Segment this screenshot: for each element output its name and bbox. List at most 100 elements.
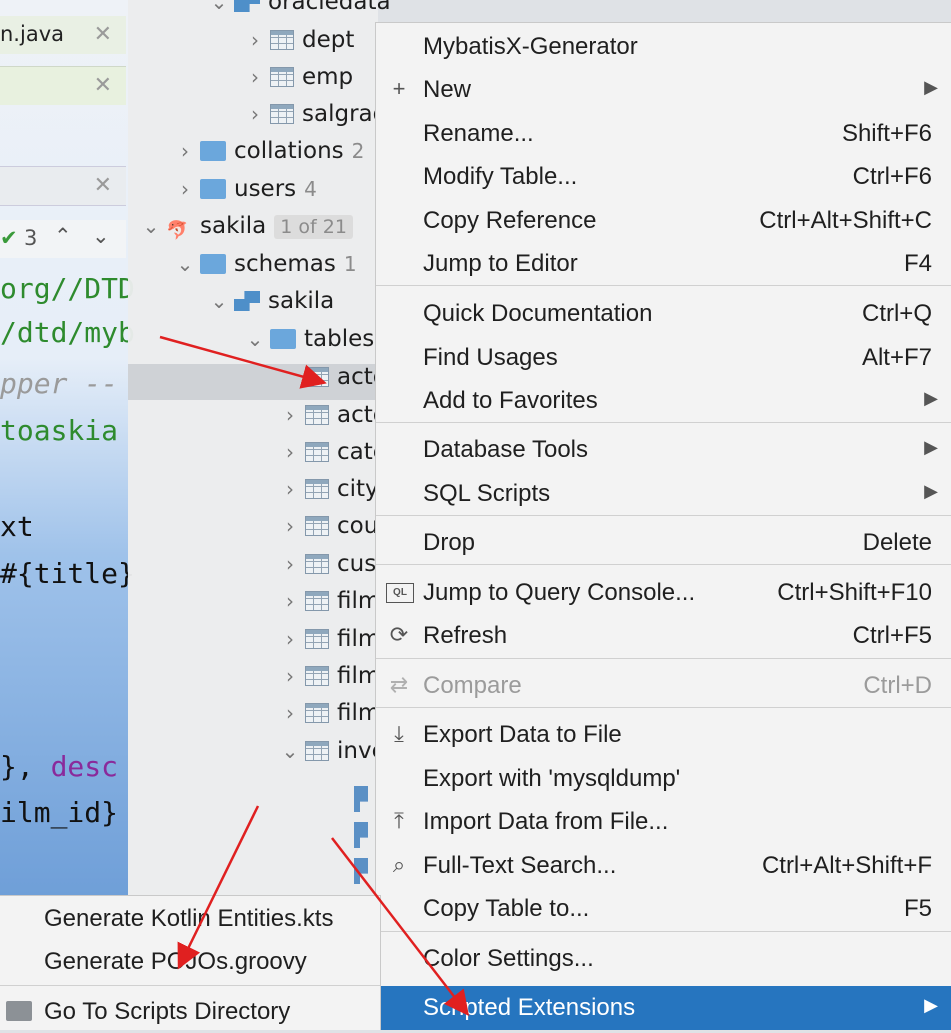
menu-item-shortcut: Ctrl+F6 [852,163,932,190]
tree-row[interactable]: › dept [240,27,354,63]
editor-tab[interactable]: ✕ [0,66,126,105]
chevron-down-icon[interactable]: ⌄ [204,289,234,313]
menu-item-rename[interactable]: Rename... Shift+F6 [376,112,951,154]
menu-item-shortcut: Ctrl+Alt+Shift+F [761,852,932,879]
chevron-right-icon[interactable]: › [240,65,270,89]
close-icon[interactable]: ✕ [94,22,112,47]
menu-item-shortcut: Ctrl+D [863,672,932,699]
tree-row[interactable]: ⌄ tables [240,326,375,362]
table-icon [305,629,329,649]
chevron-right-icon[interactable]: › [275,477,305,501]
menu-item-copy-table-to[interactable]: Copy Table to... F5 [376,887,951,929]
menu-item-new[interactable]: + New ▶ [376,68,951,110]
tree-row-label: schemas [234,251,336,277]
menu-item-scripted-extensions[interactable]: Scripted Extensions ▶ [376,986,951,1030]
menu-item-refresh[interactable]: ⟳ Refresh Ctrl+F5 [376,614,951,656]
chevron-down-icon[interactable]: ⌄ [136,214,166,238]
tree-row[interactable]: › emp [240,64,353,100]
menu-item-full-text-search[interactable]: ⌕ Full-Text Search... Ctrl+Alt+Shift+F [376,844,951,886]
mysql-icon: 🐬 [166,220,189,241]
chevron-right-icon[interactable]: › [275,440,305,464]
menu-separator [376,515,951,516]
export-icon: ⤓ [394,721,404,746]
tree-row-count: 4 [304,177,317,201]
menu-item-database-tools[interactable]: Database Tools ▶ [376,428,951,470]
scripted-extensions-submenu: Generate Kotlin Entities.kts Generate POJ… [0,895,381,1030]
menu-item-import-data-from-file[interactable]: ⤒ Import Data from File... [376,800,951,842]
editor-tab[interactable]: n.java ✕ [0,16,126,54]
folder-icon [6,1001,32,1021]
menu-item-quick-documentation[interactable]: Quick Documentation Ctrl+Q [376,292,951,334]
table-icon [305,405,329,425]
menu-item-modify-table[interactable]: Modify Table... Ctrl+F6 [376,155,951,197]
menu-item-shortcut: Delete [862,529,932,556]
menu-item-label: MybatisX-Generator [423,33,638,60]
inspection-count: 3 [24,226,38,250]
chevron-down-icon[interactable]: ⌄ [275,739,305,763]
submenu-item-generate-kotlin-entities-kts[interactable]: Generate Kotlin Entities.kts [0,898,380,940]
menu-item-label: Rename... [423,120,534,147]
folder-icon [200,179,226,199]
table-icon [305,703,329,723]
menu-item-jump-to-query-console[interactable]: QL Jump to Query Console... Ctrl+Shift+F10 [376,571,951,613]
menu-item-jump-to-editor[interactable]: Jump to Editor F4 [376,242,951,284]
chevron-right-icon[interactable]: › [275,664,305,688]
menu-item-shortcut: Ctrl+Q [861,300,932,327]
tree-row-label: sakila [200,213,267,239]
chevron-down-icon[interactable]: ⌄ [92,224,110,248]
tree-row-label: tables [304,326,375,352]
menu-item-label: Modify Table... [423,163,578,190]
menu-separator [376,285,951,286]
chevron-right-icon[interactable]: › [275,627,305,651]
chevron-right-icon[interactable]: › [275,514,305,538]
menu-item-mybatisx-generator[interactable]: MybatisX-Generator [376,25,951,67]
tree-row-badge: 1 of 21 [274,215,353,239]
tree-row[interactable]: ⌄ 🐬 sakila 1 of 21 [136,213,353,249]
editor-tab[interactable]: ✕ [0,166,126,206]
menu-item-sql-scripts[interactable]: SQL Scripts ▶ [376,472,951,514]
menu-item-export-data-to-file[interactable]: ⤓ Export Data to File [376,713,951,755]
code-line: }, desc [0,748,118,785]
menu-item-export-with-mysqldump[interactable]: Export with 'mysqldump' [376,757,951,799]
close-icon[interactable]: ✕ [94,173,112,198]
tree-row[interactable]: ⌄ schemas 1 [170,251,357,287]
chevron-right-icon[interactable]: › [275,701,305,725]
menu-separator [376,422,951,423]
menu-item-add-to-favorites[interactable]: Add to Favorites ▶ [376,379,951,421]
menu-item-copy-reference[interactable]: Copy Reference Ctrl+Alt+Shift+C [376,199,951,241]
tree-row-label: oracledata [268,0,391,15]
tree-row[interactable]: › collations 2 [170,138,364,174]
submenu-arrow-icon: ▶ [924,995,938,1015]
inspection-bar: ✔ 3 ⌃ ⌄ [0,220,126,258]
chevron-up-icon[interactable]: ⌃ [54,224,72,248]
tree-row-label: city [337,476,379,502]
chevron-right-icon[interactable]: › [275,552,305,576]
tree-row[interactable]: ⌄ oracledata [204,0,391,25]
chevron-down-icon[interactable]: ⌄ [240,327,270,351]
chevron-right-icon[interactable]: › [170,139,200,163]
chevron-right-icon[interactable]: › [240,102,270,126]
tree-row[interactable]: › film [275,588,380,624]
tree-row[interactable]: › city [275,476,379,512]
chevron-down-icon[interactable]: ⌄ [204,0,234,14]
chevron-right-icon[interactable]: › [275,589,305,613]
chevron-right-icon[interactable]: › [170,177,200,201]
menu-item-find-usages[interactable]: Find Usages Alt+F7 [376,336,951,378]
menu-item-drop[interactable]: Drop Delete [376,521,951,563]
tree-row[interactable]: › users 4 [170,176,317,212]
submenu-item-generate-pojos-groovy[interactable]: Generate POJOs.groovy [0,941,380,983]
menu-separator [376,658,951,659]
submenu-item-go-to-scripts-directory[interactable]: Go To Scripts Directory [0,991,380,1033]
tree-row[interactable]: ⌄ sakila [204,288,335,324]
chevron-down-icon[interactable]: ⌄ [170,252,200,276]
close-icon[interactable]: ✕ [94,73,112,98]
chevron-right-icon[interactable]: › [275,403,305,427]
submenu-arrow-icon: ▶ [924,388,938,408]
refresh-icon: ⟳ [389,622,409,647]
submenu-item-label: Generate POJOs.groovy [44,948,307,975]
table-icon [305,479,329,499]
menu-item-color-settings[interactable]: Color Settings... [376,937,951,979]
menu-item-label: New [423,76,472,103]
chevron-right-icon[interactable]: › [240,28,270,52]
compare-icon: ⇄ [389,672,409,697]
